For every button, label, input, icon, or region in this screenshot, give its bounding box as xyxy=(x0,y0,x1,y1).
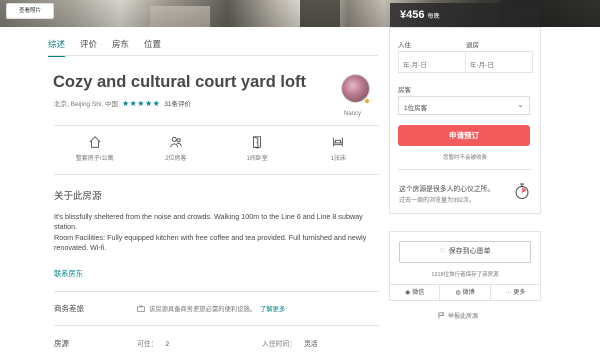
checkout-date-input[interactable]: 年-月-日 xyxy=(465,51,533,73)
view-photos-button[interactable]: 查看照片 xyxy=(6,3,54,19)
share-weibo-button[interactable]: ◍ 微博 xyxy=(440,285,491,301)
bed-icon xyxy=(333,137,344,147)
no-charge-note: 您暂时不会被收费 xyxy=(442,155,487,161)
guests-value: 1位房客 xyxy=(404,105,428,112)
more-icon: ··· xyxy=(505,290,512,296)
heart-icon: ♡ xyxy=(439,248,446,255)
tabs-divider xyxy=(48,55,378,56)
feature-home-type: 整套房子/公寓 xyxy=(54,135,135,162)
save-to-wishlist-button[interactable]: ♡ 保存到心愿单 xyxy=(399,241,531,263)
divider xyxy=(54,325,379,326)
nightly-price: ¥456 xyxy=(400,9,425,21)
listing-location: 北京, Beijing Shi, 中国 xyxy=(54,101,118,108)
chevron-down-icon: ⌄ xyxy=(517,100,524,109)
share-row: ◉ 微信 ◍ 微博 ··· 更多 xyxy=(390,284,540,301)
house-icon xyxy=(89,136,101,148)
checkin-time-value: 灵活 xyxy=(303,341,318,348)
checkin-date-input[interactable]: 年-月-日 xyxy=(398,51,466,73)
about-heading: 关于此房源 xyxy=(54,191,102,202)
checkout-label: 退房 xyxy=(466,42,479,49)
share-wechat-button[interactable]: ◉ 微信 xyxy=(390,285,441,301)
host-name[interactable]: Nancy xyxy=(344,111,361,117)
business-travel-label: 商务差旅 xyxy=(54,304,84,313)
report-listing-link[interactable]: 举报此房源 xyxy=(438,311,478,320)
views-note: 过去一周的浏览量为392次。 xyxy=(399,198,476,204)
feature-beds: 1张床 xyxy=(298,135,379,162)
listing-description: It's blissfully sheltered from the noise… xyxy=(54,212,379,253)
share-label: 微信 xyxy=(412,290,425,296)
business-travel-note: 该房源具备商务差旅必需的便利设施。 了解更多 xyxy=(137,304,285,313)
feature-label: 整套房子/公寓 xyxy=(75,156,114,162)
business-note-text: 该房源具备商务差旅必需的便利设施。 xyxy=(149,306,257,313)
feature-bedrooms: 1间卧室 xyxy=(217,135,298,162)
checkin-time-label: 入住时间： xyxy=(262,341,296,348)
flag-icon xyxy=(438,312,445,319)
save-to-wishlist-label: 保存到心愿单 xyxy=(448,248,491,255)
share-label: 微博 xyxy=(462,290,475,296)
door-icon xyxy=(253,136,262,149)
popular-note: 这个房源是很多人的心仪之所。 xyxy=(399,186,495,193)
occupancy-label: 可住： xyxy=(137,341,158,348)
occupancy-value: 2 xyxy=(165,341,170,348)
price-unit: 每晚 xyxy=(427,13,440,20)
divider xyxy=(54,291,379,292)
listing-title: Cozy and cultural court yard loft xyxy=(53,73,307,91)
checkin-label: 入住 xyxy=(398,42,411,49)
divider xyxy=(398,169,532,170)
room-label: 房源 xyxy=(54,339,69,348)
checkin-info: 入住时间： 灵活 xyxy=(262,338,318,348)
contact-host-link[interactable]: 联系房东 xyxy=(54,269,83,279)
guests-label: 房客 xyxy=(398,87,411,94)
feature-label: 1张床 xyxy=(330,156,347,162)
stopwatch-icon xyxy=(515,183,529,199)
guests-select[interactable]: 1位房客 ⌄ xyxy=(398,96,530,115)
guests-icon xyxy=(170,136,182,148)
report-label: 举报此房源 xyxy=(448,314,479,320)
saved-count: 1319位旅行者保存了该房源 xyxy=(431,272,499,278)
divider xyxy=(54,174,379,175)
wechat-icon: ◉ xyxy=(405,290,411,296)
booking-card: 入住 退房 年-月-日 年-月-日 房客 1位房客 ⌄ 申请预订 您暂时不会被收… xyxy=(389,27,541,214)
share-label: 更多 xyxy=(513,290,526,296)
divider xyxy=(54,125,379,126)
price-bar: ¥456 每晚 xyxy=(390,3,540,27)
occupancy-info: 可住： 2 xyxy=(137,338,169,348)
feature-label: 2位房客 xyxy=(165,156,187,162)
description-line: Room Facilities: Fully equipped kitchen … xyxy=(54,232,367,252)
review-count[interactable]: 31条评价 xyxy=(164,98,191,108)
feature-guests: 2位房客 xyxy=(135,135,216,162)
wishlist-card: ♡ 保存到心愿单 1319位旅行者保存了该房源 ◉ 微信 ◍ 微博 ··· 更多 xyxy=(389,231,541,301)
request-booking-button[interactable]: 申请预订 xyxy=(398,125,530,146)
rating-stars[interactable]: ★★★★★ xyxy=(122,99,160,108)
learn-more-link[interactable]: 了解更多 xyxy=(260,304,285,313)
listing-location-row: 北京, Beijing Shi, 中国 ★★★★★ 31条评价 xyxy=(54,98,191,109)
description-line: It's blissfully sheltered from the noise… xyxy=(54,212,363,232)
briefcase-icon xyxy=(137,305,145,312)
feature-label: 1间卧室 xyxy=(246,156,268,162)
listing-features: 整套房子/公寓 2位房客 1间卧室 1张床 xyxy=(54,135,379,162)
weibo-icon: ◍ xyxy=(455,290,461,296)
share-more-button[interactable]: ··· 更多 xyxy=(491,285,540,301)
superhost-badge-icon xyxy=(364,98,370,104)
